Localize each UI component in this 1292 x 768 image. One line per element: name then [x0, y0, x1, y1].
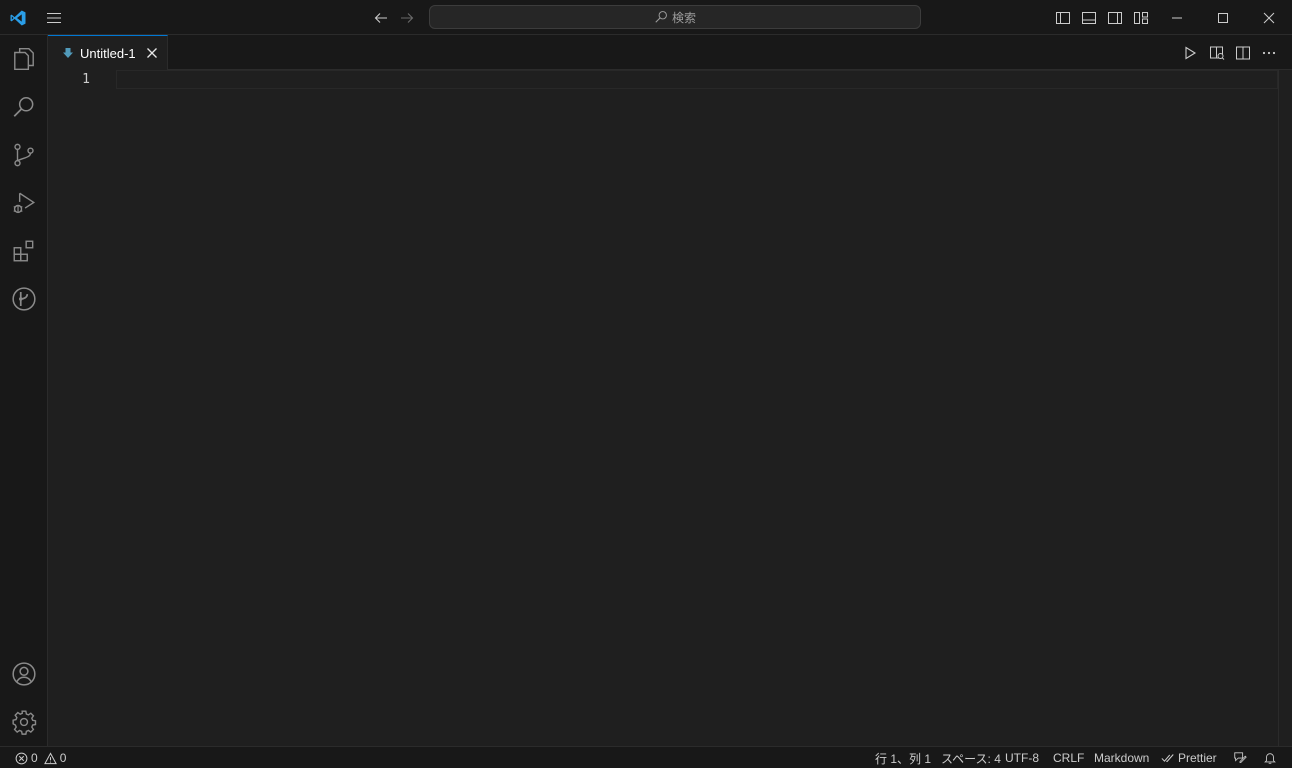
git-graph-icon[interactable]	[0, 275, 48, 323]
minimize-window-icon[interactable]	[1154, 0, 1200, 35]
problems-status[interactable]: 0 0	[15, 747, 66, 768]
split-editor-icon[interactable]	[1230, 35, 1256, 70]
open-preview-to-side-icon[interactable]	[1204, 35, 1230, 70]
prettier-status[interactable]: Prettier	[1161, 747, 1217, 768]
editor-tab-bar: Untitled-1	[48, 35, 1292, 70]
error-icon	[15, 752, 28, 765]
accounts-icon[interactable]	[0, 650, 48, 698]
double-check-icon	[1161, 752, 1175, 764]
notifications-bell-icon[interactable]	[1263, 747, 1277, 768]
close-icon[interactable]	[143, 44, 161, 62]
manage-gear-icon[interactable]	[0, 698, 48, 746]
explorer-icon[interactable]	[0, 35, 48, 83]
scrollbar-edge[interactable]	[1278, 70, 1279, 746]
close-window-icon[interactable]	[1246, 0, 1292, 35]
toggle-panel-icon[interactable]	[1078, 0, 1100, 35]
vscode-logo-icon	[6, 0, 30, 35]
more-actions-icon[interactable]	[1256, 35, 1282, 70]
tab-label: Untitled-1	[80, 45, 136, 61]
menu-icon[interactable]	[42, 0, 66, 35]
activity-bar	[0, 35, 48, 746]
customize-layout-icon[interactable]	[1130, 0, 1152, 35]
extensions-icon[interactable]	[0, 227, 48, 275]
prettier-label: Prettier	[1178, 751, 1217, 765]
feedback-icon[interactable]	[1233, 747, 1247, 768]
forward-arrow-icon[interactable]	[396, 0, 418, 35]
command-center-search[interactable]: 検索	[429, 5, 921, 29]
line-number: 1	[82, 72, 90, 87]
markdown-file-icon	[62, 47, 74, 59]
end-of-line[interactable]: CRLF	[1053, 747, 1084, 768]
language-mode[interactable]: Markdown	[1094, 747, 1149, 768]
source-control-icon[interactable]	[0, 131, 48, 179]
warning-count: 0	[59, 751, 67, 765]
current-line-highlight[interactable]	[116, 70, 1278, 89]
toggle-primary-sidebar-icon[interactable]	[1052, 0, 1074, 35]
warning-icon	[43, 751, 57, 765]
cursor-position[interactable]: 行 1、列 1	[875, 747, 931, 768]
title-bar: 検索	[0, 0, 1292, 35]
indentation[interactable]: スペース: 4	[941, 747, 1001, 768]
run-icon[interactable]	[1177, 35, 1203, 70]
run-and-debug-icon[interactable]	[0, 179, 48, 227]
error-count: 0	[31, 751, 38, 765]
editor-area[interactable]: 1	[48, 70, 1292, 746]
status-bar: 0 0 行 1、列 1 スペース: 4 UTF-8 CRLF Markdown …	[0, 746, 1292, 768]
maximize-window-icon[interactable]	[1200, 0, 1246, 35]
search-view-icon[interactable]	[0, 83, 48, 131]
back-arrow-icon[interactable]	[370, 0, 392, 35]
encoding[interactable]: UTF-8	[1005, 747, 1039, 768]
search-icon	[654, 10, 668, 24]
tab-untitled-1[interactable]: Untitled-1	[48, 35, 168, 70]
toggle-secondary-sidebar-icon[interactable]	[1104, 0, 1126, 35]
search-placeholder: 検索	[671, 10, 696, 25]
